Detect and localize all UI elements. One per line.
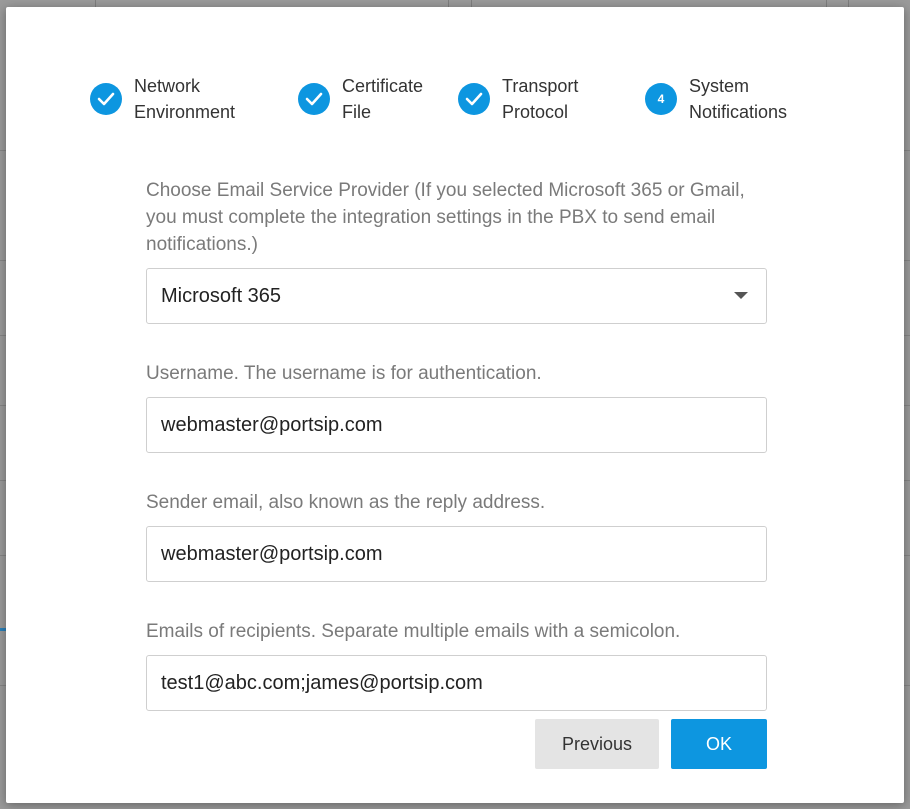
notification-form: Choose Email Service Provider (If you se… (146, 177, 767, 711)
username-input[interactable] (146, 397, 767, 453)
step-network-environment[interactable]: Network Environment (90, 73, 235, 125)
step-current-badge: 4 (645, 83, 677, 115)
step-transport-protocol[interactable]: Transport Protocol (458, 73, 578, 125)
sender-email-label: Sender email, also known as the reply ad… (146, 492, 546, 513)
step-system-notifications[interactable]: 4 System Notifications (645, 73, 787, 125)
check-icon (305, 92, 323, 106)
provider-select[interactable]: Microsoft 365 (146, 268, 767, 324)
ok-button[interactable]: OK (671, 719, 767, 769)
step-number: 4 (657, 92, 665, 106)
step-complete-badge (90, 83, 122, 115)
step-complete-badge (458, 83, 490, 115)
step-label: Transport Protocol (502, 76, 579, 122)
provider-selected-value: Microsoft 365 (161, 284, 282, 307)
step-complete-badge (298, 83, 330, 115)
provider-label: Choose Email Service Provider (If you se… (146, 180, 745, 255)
step-label: System Notifications (689, 76, 788, 122)
step-label: Network Environment (134, 76, 236, 122)
sender-email-input[interactable] (146, 526, 767, 582)
username-label: Username. The username is for authentica… (146, 363, 542, 384)
step-label: Certificate File (342, 76, 424, 122)
chevron-down-icon (734, 292, 748, 299)
stepper: Network Environment Certificate File Tra… (6, 7, 904, 137)
check-icon (97, 92, 115, 106)
step-certificate-file[interactable]: Certificate File (298, 73, 423, 125)
previous-button[interactable]: Previous (535, 719, 659, 769)
wizard-dialog: Network Environment Certificate File Tra… (6, 7, 904, 803)
recipients-input[interactable] (146, 655, 767, 711)
dialog-actions: Previous OK (535, 719, 767, 769)
recipients-label: Emails of recipients. Separate multiple … (146, 621, 681, 642)
check-icon (465, 92, 483, 106)
